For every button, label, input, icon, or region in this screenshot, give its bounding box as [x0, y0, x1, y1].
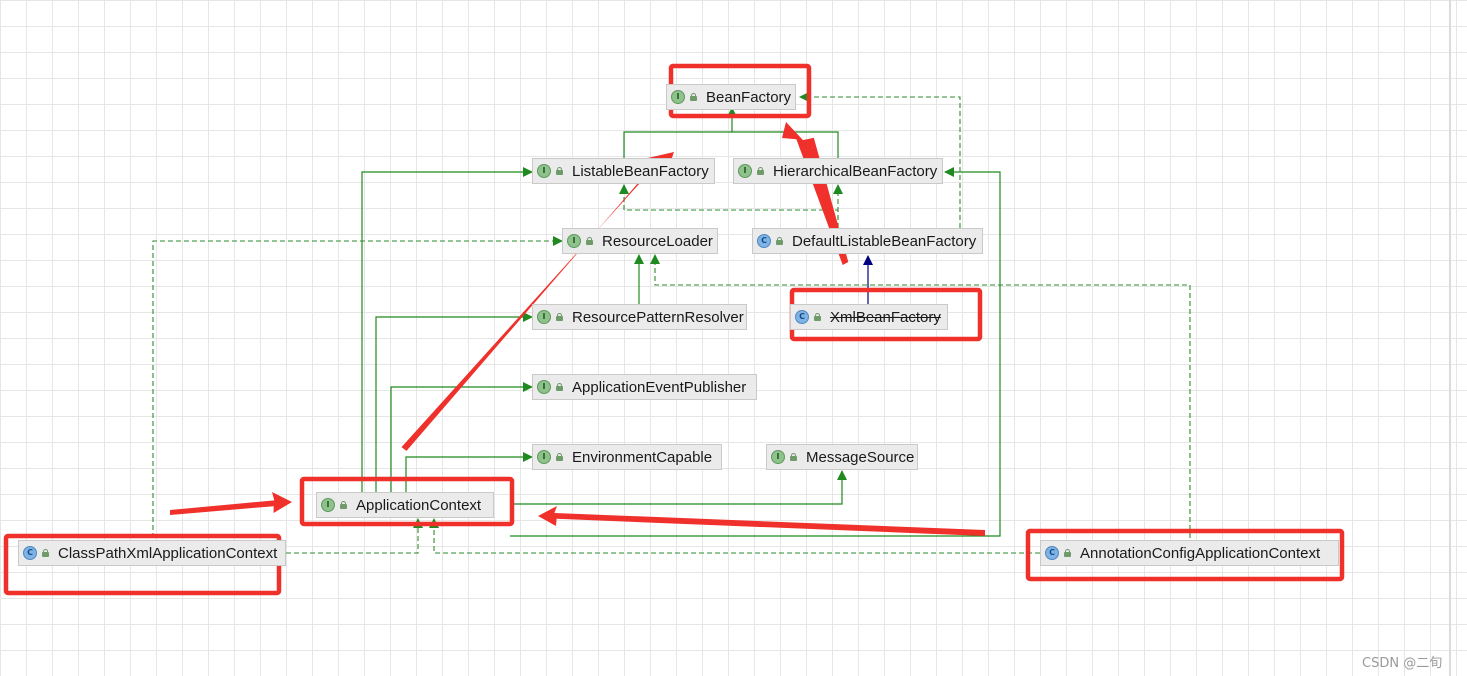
lock-icon [1064, 549, 1071, 557]
lock-icon [776, 237, 783, 245]
lock-icon [757, 167, 764, 175]
edge-appctx-to-hierarchical [510, 167, 1001, 537]
lock-icon [42, 549, 49, 557]
node-application-context[interactable]: I ApplicationContext [316, 492, 494, 518]
node-label: ResourcePatternResolver [572, 308, 744, 326]
node-label: ApplicationContext [356, 496, 482, 514]
node-label: EnvironmentCapable [572, 448, 713, 466]
lock-icon [690, 93, 697, 101]
node-label: ResourceLoader [602, 232, 713, 250]
lock-icon [556, 167, 563, 175]
lock-icon [556, 453, 563, 461]
node-resource-loader[interactable]: I ResourceLoader [562, 228, 718, 254]
class-icon: C [23, 546, 37, 560]
node-environment-capable[interactable]: I EnvironmentCapable [532, 444, 722, 470]
class-icon: C [757, 234, 771, 248]
edge-appctx-to-messagesource [512, 470, 847, 505]
interface-icon: I [567, 234, 581, 248]
node-hierarchical-bean-factory[interactable]: I HierarchicalBeanFactory [733, 158, 943, 184]
node-label: HierarchicalBeanFactory [773, 162, 938, 180]
node-xml-bean-factory[interactable]: C XmlBeanFactory [790, 304, 948, 330]
lock-icon [340, 501, 347, 509]
lock-icon [814, 313, 821, 321]
interface-icon: I [321, 498, 335, 512]
red-arrow-to-appctx-left [170, 492, 292, 515]
node-label: ListableBeanFactory [572, 162, 709, 180]
red-arrow-to-listable [401, 152, 674, 451]
node-listable-bean-factory[interactable]: I ListableBeanFactory [532, 158, 715, 184]
node-label: XmlBeanFactory [830, 308, 941, 326]
node-bean-factory[interactable]: I BeanFactory [666, 84, 796, 110]
node-resource-pattern-resolver[interactable]: I ResourcePatternResolver [532, 304, 747, 330]
node-label: ApplicationEventPublisher [572, 378, 747, 396]
node-label: ClassPathXmlApplicationContext [58, 544, 278, 562]
node-annotation-config-application-context[interactable]: C AnnotationConfigApplicationContext [1040, 540, 1339, 566]
node-label: BeanFactory [706, 88, 792, 106]
interface-icon: I [738, 164, 752, 178]
edge-defaultlistable-to-listable [619, 184, 839, 228]
interface-icon: I [537, 380, 551, 394]
node-classpath-xml-application-context[interactable]: C ClassPathXmlApplicationContext [18, 540, 286, 566]
class-icon: C [795, 310, 809, 324]
interface-icon: I [537, 310, 551, 324]
lock-icon [586, 237, 593, 245]
canvas-right-border [1449, 0, 1451, 676]
interface-icon: I [771, 450, 785, 464]
red-arrow-to-appctx-right [538, 506, 985, 536]
edge-appctx-to-patternresolver [375, 312, 533, 492]
watermark: CSDN @二旬 [1362, 656, 1443, 671]
interface-icon: I [537, 164, 551, 178]
interface-icon: I [537, 450, 551, 464]
lock-icon [556, 313, 563, 321]
node-message-source[interactable]: I MessageSource [766, 444, 918, 470]
node-label: MessageSource [806, 448, 915, 466]
node-label: AnnotationConfigApplicationContext [1080, 544, 1321, 562]
lock-icon [556, 383, 563, 391]
node-default-listable-bean-factory[interactable]: C DefaultListableBeanFactory [752, 228, 983, 254]
interface-icon: I [671, 90, 685, 104]
class-icon: C [1045, 546, 1059, 560]
node-label: DefaultListableBeanFactory [792, 232, 977, 250]
lock-icon [790, 453, 797, 461]
node-application-event-publisher[interactable]: I ApplicationEventPublisher [532, 374, 757, 400]
